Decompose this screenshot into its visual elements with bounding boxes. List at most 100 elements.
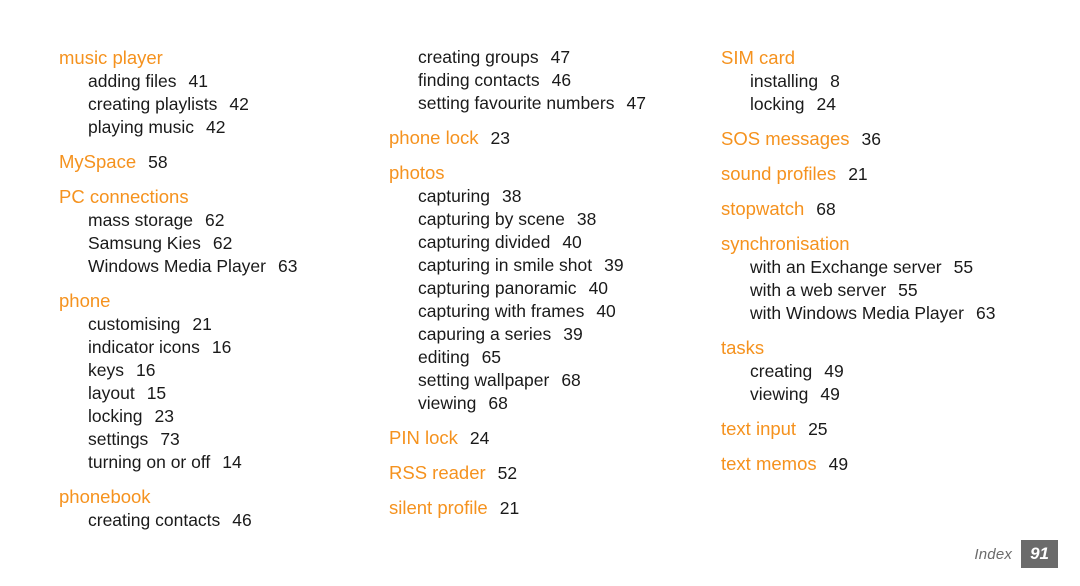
index-sub-entry[interactable]: viewing 68 — [389, 392, 704, 415]
index-sub-entry[interactable]: capturing divided 40 — [389, 231, 704, 254]
index-heading[interactable]: stopwatch 68 — [721, 197, 1041, 221]
index-heading-label: text input — [721, 418, 797, 439]
index-sub-entry-label: mass storage — [88, 210, 194, 230]
index-heading-page-number: 25 — [808, 419, 828, 439]
index-heading[interactable]: synchronisation — [721, 232, 1041, 255]
index-sub-entry-page-number: 63 — [277, 256, 298, 276]
index-sub-entry[interactable]: settings 73 — [59, 428, 369, 451]
index-sub-entry-page-number: 23 — [154, 406, 174, 426]
index-continuation-entries: creating groups 47 finding contacts 46 setti… — [389, 46, 704, 115]
index-heading[interactable]: sound profiles 21 — [721, 162, 1041, 186]
index-heading-page-number: 68 — [816, 199, 836, 219]
index-sub-entry[interactable]: turning on or off 14 — [59, 451, 369, 474]
index-sub-entry[interactable]: setting wallpaper 68 — [389, 369, 704, 392]
index-sub-entry[interactable]: capturing by scene 38 — [389, 208, 704, 231]
index-sub-entry[interactable]: creating 49 — [721, 360, 1041, 383]
index-sub-entry[interactable]: creating groups 47 — [389, 46, 704, 69]
index-sub-entry[interactable]: Samsung Kies 62 — [59, 232, 369, 255]
index-sub-entry[interactable]: with Windows Media Player 63 — [721, 302, 1041, 325]
index-heading[interactable]: silent profile 21 — [389, 496, 704, 520]
index-sub-entry[interactable]: setting favourite numbers 47 — [389, 92, 704, 115]
index-sub-entry-page-number: 42 — [206, 117, 226, 137]
index-heading[interactable]: photos — [389, 161, 704, 184]
index-sub-entry-label: creating contacts — [88, 510, 221, 530]
index-sub-entry-label: customising — [88, 314, 181, 334]
index-sub-entry[interactable]: locking 23 — [59, 405, 369, 428]
index-column-2: creating groups 47 finding contacts 46 setti… — [389, 46, 704, 521]
index-sub-entry-label: with Windows Media Player — [750, 303, 964, 323]
index-sub-entry[interactable]: editing 65 — [389, 346, 704, 369]
index-sub-entry-page-number: 38 — [502, 186, 522, 206]
index-sub-entry-label: capturing divided — [418, 232, 551, 252]
index-heading[interactable]: music player — [59, 46, 369, 69]
index-sub-entry[interactable]: Windows Media Player 63 — [59, 255, 369, 278]
index-sub-entry-label: capturing with frames — [418, 301, 585, 321]
index-sub-entry[interactable]: capturing panoramic 40 — [389, 277, 704, 300]
index-sub-entry[interactable]: installing 8 — [721, 70, 1041, 93]
index-sub-list: creating groups 47 finding contacts 46 setti… — [389, 46, 704, 115]
index-heading[interactable]: tasks — [721, 336, 1041, 359]
index-sub-entry[interactable]: capturing in smile shot 39 — [389, 254, 704, 277]
index-sub-entry-label: viewing — [418, 393, 477, 413]
index-sub-entry-page-number: 16 — [135, 360, 156, 380]
index-heading[interactable]: SOS messages 36 — [721, 127, 1041, 151]
index-sub-entry-label: adding files — [88, 71, 177, 91]
index-sub-entry-label: capuring a series — [418, 324, 552, 344]
index-sub-entry[interactable]: with an Exchange server 55 — [721, 256, 1041, 279]
index-sub-entry-page-number: 40 — [588, 278, 609, 298]
index-entry-group: PIN lock 24 — [389, 426, 704, 450]
index-sub-entry[interactable]: creating contacts 46 — [59, 509, 369, 532]
index-sub-entry-page-number: 15 — [146, 383, 167, 403]
index-entry-group: text memos 49 — [721, 452, 1041, 476]
index-sub-entry[interactable]: creating playlists 42 — [59, 93, 369, 116]
index-sub-entry[interactable]: viewing 49 — [721, 383, 1041, 406]
index-sub-entry[interactable]: indicator icons 16 — [59, 336, 369, 359]
index-heading-label: music player — [59, 47, 163, 68]
index-heading-label: silent profile — [389, 497, 488, 518]
index-heading[interactable]: phonebook — [59, 485, 369, 508]
index-sub-entry[interactable]: finding contacts 46 — [389, 69, 704, 92]
index-sub-entry[interactable]: playing music 42 — [59, 116, 369, 139]
index-entry-group: silent profile 21 — [389, 496, 704, 520]
index-heading-label: phone — [59, 290, 111, 311]
index-heading[interactable]: MySpace 58 — [59, 150, 369, 174]
index-heading[interactable]: PIN lock 24 — [389, 426, 704, 450]
footer-page-number-badge: 91 — [1021, 540, 1058, 568]
index-sub-entry[interactable]: adding files 41 — [59, 70, 369, 93]
index-sub-entry-label: turning on or off — [88, 452, 211, 472]
index-sub-entry[interactable]: layout 15 — [59, 382, 369, 405]
index-sub-entry-label: finding contacts — [418, 70, 540, 90]
index-sub-entry-page-number: 16 — [211, 337, 232, 357]
index-sub-entry-page-number: 65 — [481, 347, 502, 367]
index-heading[interactable]: phone — [59, 289, 369, 312]
index-heading[interactable]: SIM card — [721, 46, 1041, 69]
index-heading-page-number: 24 — [469, 428, 490, 448]
index-heading-label: PC connections — [59, 186, 189, 207]
index-sub-entry-page-number: 24 — [816, 94, 836, 114]
index-sub-entry[interactable]: keys 16 — [59, 359, 369, 382]
index-heading[interactable]: RSS reader 52 — [389, 461, 704, 485]
index-sub-entry-label: playing music — [88, 117, 195, 137]
index-sub-entry[interactable]: customising 21 — [59, 313, 369, 336]
index-sub-entry[interactable]: capuring a series 39 — [389, 323, 704, 346]
index-heading-label: SIM card — [721, 47, 796, 68]
index-sub-entry-label: installing — [750, 71, 819, 91]
index-column-1: music player adding files 41 creating playl… — [59, 46, 369, 532]
index-sub-entry[interactable]: capturing with frames 40 — [389, 300, 704, 323]
index-entry-group: MySpace 58 — [59, 150, 369, 174]
index-heading[interactable]: phone lock 23 — [389, 126, 704, 150]
index-heading[interactable]: text input 25 — [721, 417, 1041, 441]
index-sub-list: mass storage 62 Samsung Kies 62 Windows Medi… — [59, 209, 369, 278]
index-sub-entry-label: viewing — [750, 384, 809, 404]
index-sub-entry-page-number: 47 — [550, 47, 571, 67]
index-sub-entry[interactable]: capturing 38 — [389, 185, 704, 208]
index-sub-entry[interactable]: with a web server 55 — [721, 279, 1041, 302]
index-heading-label: stopwatch — [721, 198, 805, 219]
index-sub-entry-page-number: 46 — [551, 70, 572, 90]
index-sub-list: creating 49 viewing 49 — [721, 360, 1041, 406]
index-heading[interactable]: text memos 49 — [721, 452, 1041, 476]
index-entry-group: phone lock 23 — [389, 126, 704, 150]
index-heading[interactable]: PC connections — [59, 185, 369, 208]
index-sub-entry[interactable]: locking 24 — [721, 93, 1041, 116]
index-sub-entry[interactable]: mass storage 62 — [59, 209, 369, 232]
